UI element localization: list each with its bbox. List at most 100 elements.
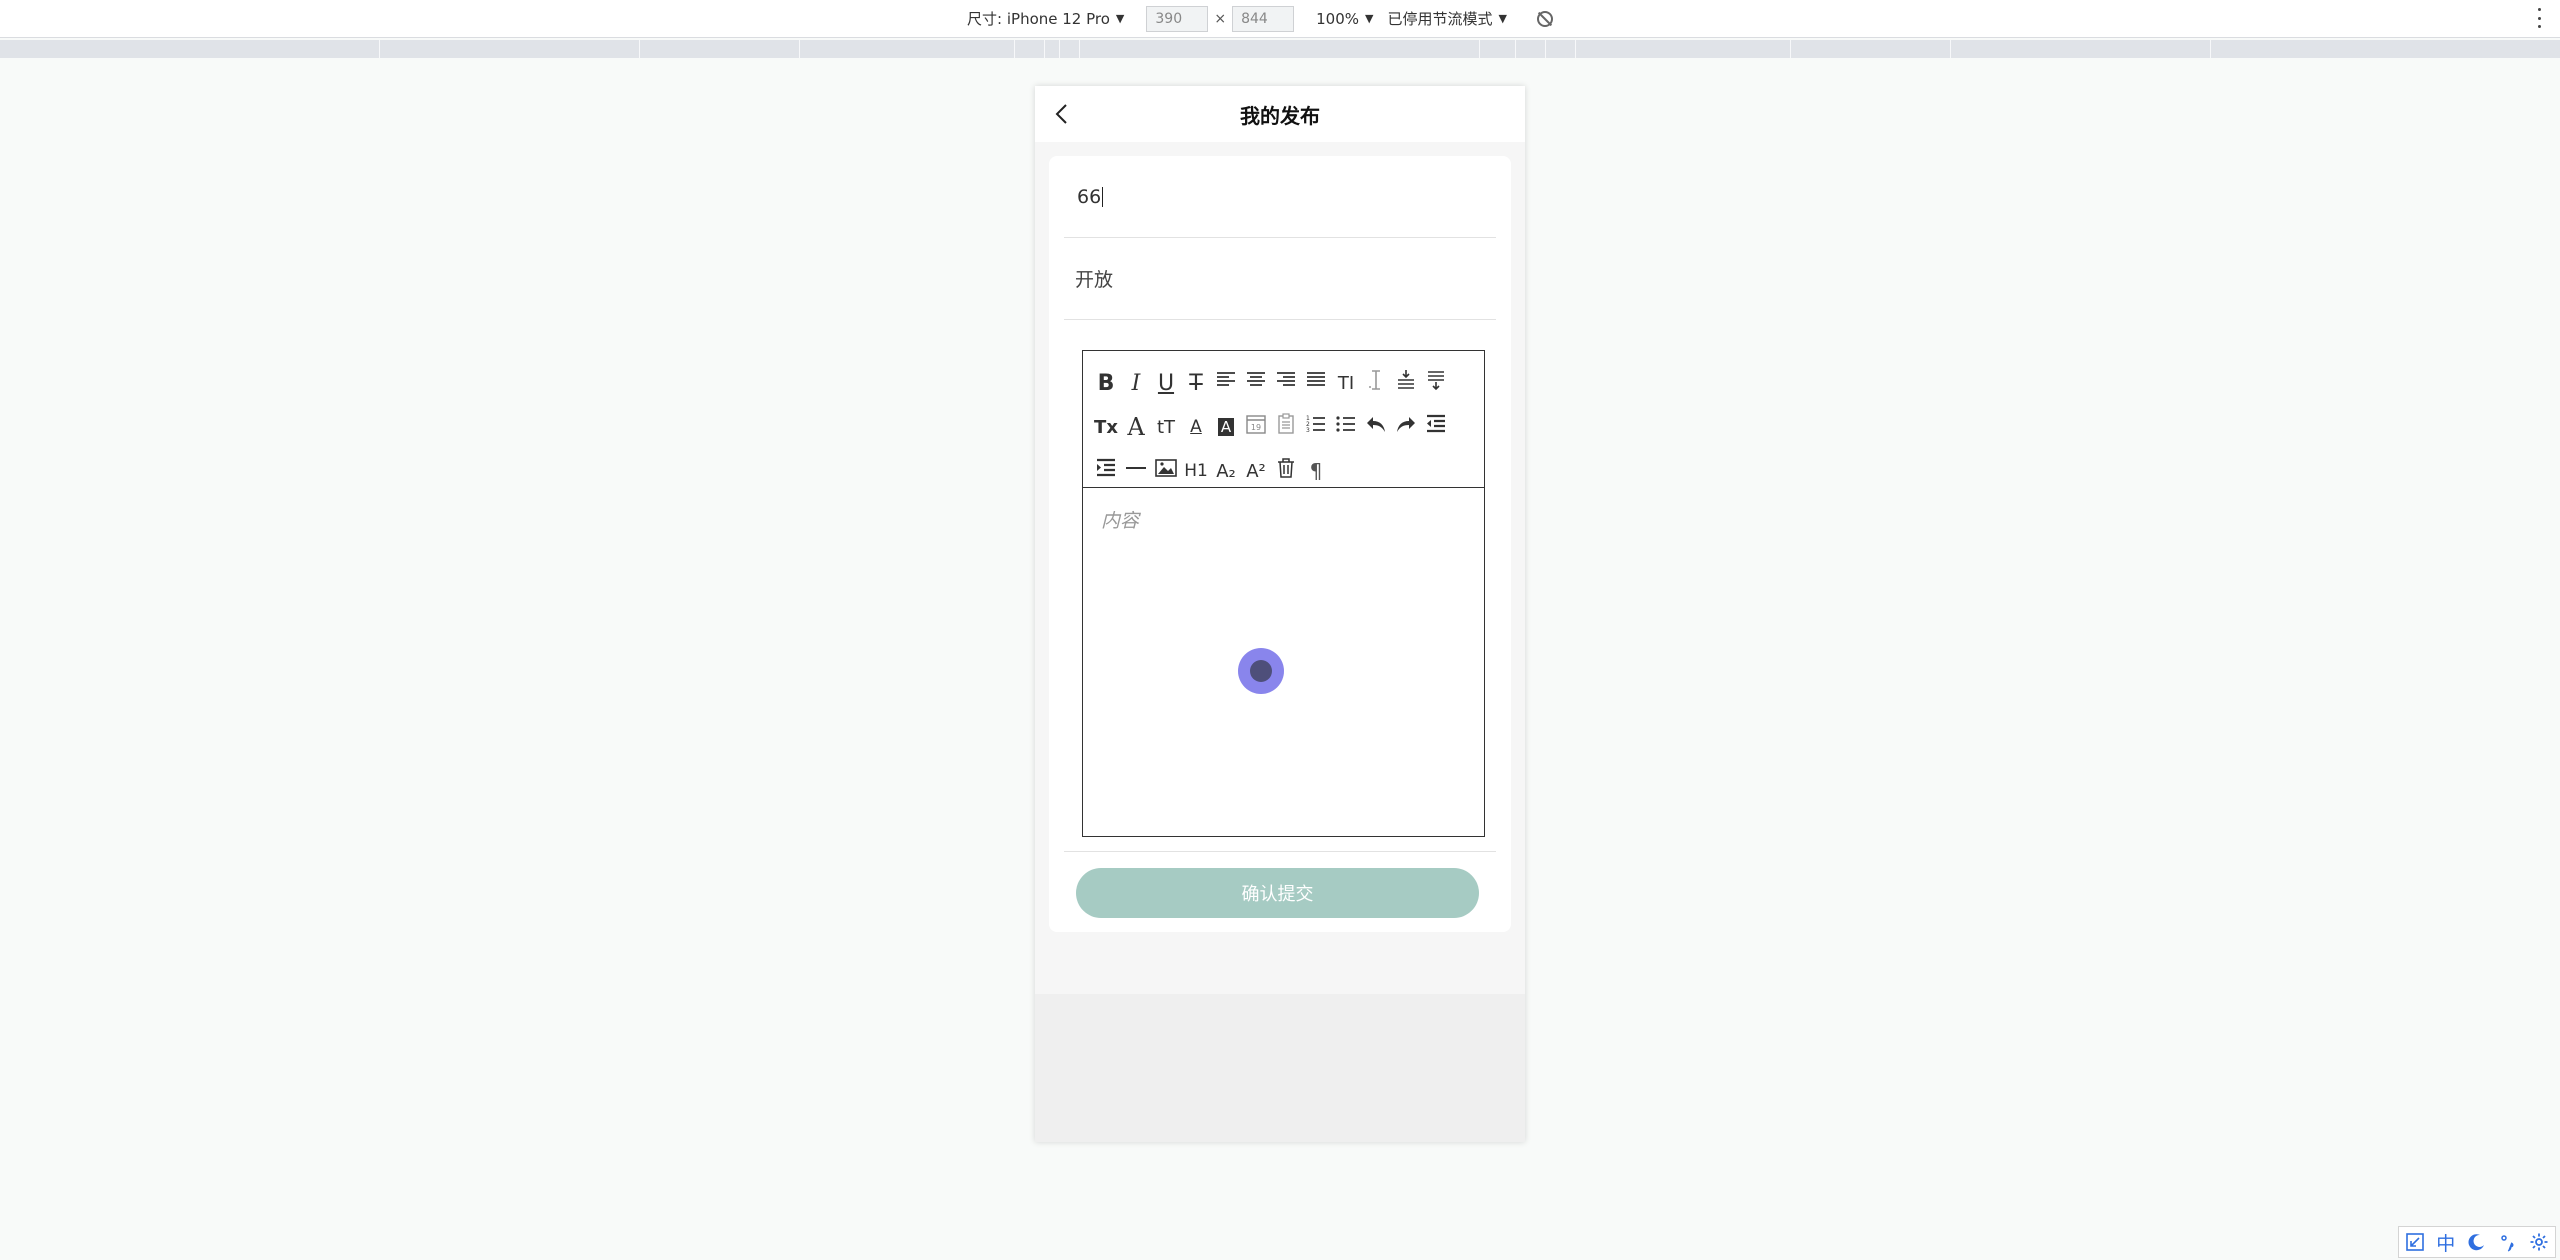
- superscript-button[interactable]: A²: [1241, 449, 1271, 493]
- text-cursor-icon: [1364, 368, 1388, 398]
- font-family-button[interactable]: A: [1121, 405, 1151, 449]
- paragraph-direction-button[interactable]: ¶: [1301, 449, 1331, 493]
- font-color-label: A: [1190, 417, 1202, 437]
- background-color-label: A: [1217, 418, 1235, 436]
- italic-label: I: [1131, 370, 1141, 396]
- subscript-label: A₂: [1216, 460, 1236, 482]
- back-arrow-icon[interactable]: [1051, 102, 1075, 126]
- font-family-label: A: [1127, 413, 1145, 441]
- undo-icon: [1364, 412, 1388, 442]
- calendar-icon: 19: [1244, 412, 1268, 442]
- align-right-button[interactable]: [1271, 361, 1301, 405]
- gear-icon[interactable]: [2527, 1230, 2551, 1254]
- margin-bottom-button[interactable]: [1421, 361, 1451, 405]
- delete-button[interactable]: [1271, 449, 1301, 493]
- redo-icon: [1394, 412, 1418, 442]
- ordered-list-button[interactable]: 123: [1301, 405, 1331, 449]
- touch-indicator: [1238, 648, 1284, 694]
- strikethrough-button[interactable]: T: [1181, 361, 1211, 405]
- align-right-icon: [1274, 368, 1298, 398]
- bullet-list-icon: [1334, 412, 1358, 442]
- font-size-label: TI: [1337, 372, 1355, 394]
- heading-button[interactable]: H1: [1181, 449, 1211, 493]
- height-input[interactable]: 844: [1232, 5, 1295, 32]
- clear-format-label: Tx: [1094, 416, 1118, 438]
- subscript-button[interactable]: A₂: [1211, 449, 1241, 493]
- align-left-icon: [1214, 368, 1238, 398]
- font-size-button[interactable]: TI: [1331, 361, 1361, 405]
- media-query-bar[interactable]: [0, 40, 2560, 58]
- align-justify-button[interactable]: [1301, 361, 1331, 405]
- caret-down-icon: ▼: [1498, 12, 1507, 25]
- punctuation-icon[interactable]: [2496, 1230, 2520, 1254]
- undo-button[interactable]: [1361, 405, 1391, 449]
- trash-icon: [1274, 456, 1298, 486]
- nav-bar: 我的发布: [1035, 86, 1525, 142]
- resize-icon[interactable]: [2403, 1230, 2427, 1254]
- background-color-button[interactable]: A: [1211, 405, 1241, 449]
- redo-button[interactable]: [1391, 405, 1421, 449]
- editor-placeholder: 内容: [1101, 510, 1140, 532]
- outdent-button[interactable]: [1421, 405, 1451, 449]
- heading-label: H1: [1184, 461, 1208, 481]
- align-center-icon: [1244, 368, 1268, 398]
- title-input[interactable]: 66: [1064, 156, 1496, 238]
- throttle-select[interactable]: 已停用节流模式 ▼: [1387, 8, 1506, 29]
- margin-top-button[interactable]: [1391, 361, 1421, 405]
- caret-down-icon: ▼: [1365, 12, 1374, 25]
- caret-down-icon: ▼: [1115, 12, 1125, 25]
- italic-button[interactable]: I: [1121, 361, 1151, 405]
- align-center-button[interactable]: [1241, 361, 1271, 405]
- align-left-button[interactable]: [1211, 361, 1241, 405]
- indent-button[interactable]: [1091, 449, 1121, 493]
- underline-button[interactable]: U: [1151, 361, 1181, 405]
- page-title: 我的发布: [1240, 103, 1320, 128]
- device-viewport: 我的发布 66 开放 B I U T TI Tx AtT A A 19 1 2 3 H1 A₂ A² ¶ 内容: [1035, 86, 1525, 1142]
- text-size-button[interactable]: tT: [1151, 405, 1181, 449]
- line-height-button[interactable]: [1361, 361, 1391, 405]
- devtools-device-toolbar: 尺寸: iPhone 12 Pro ▼ 390 × 844 100% ▼ 已停用…: [0, 0, 2560, 38]
- bullet-list-button[interactable]: [1331, 405, 1361, 449]
- divider-button[interactable]: [1121, 449, 1151, 493]
- moon-icon[interactable]: [2465, 1230, 2489, 1254]
- more-options-icon[interactable]: [2538, 8, 2542, 28]
- image-icon: [1154, 456, 1178, 486]
- visibility-select[interactable]: 开放: [1064, 238, 1496, 320]
- bold-button[interactable]: B: [1091, 361, 1121, 405]
- clipboard-icon: [1274, 412, 1298, 442]
- viewport-bottom: [1035, 994, 1525, 1142]
- zoom-label: 100%: [1316, 9, 1359, 28]
- horizontal-rule-icon: [1124, 456, 1148, 486]
- editor-wrap: B I U T TI Tx AtT A A 19 1 2 3 H1 A₂ A² ¶ 内容: [1064, 320, 1496, 852]
- device-select[interactable]: 尺寸: iPhone 12 Pro ▼: [967, 8, 1124, 29]
- submit-wrap: 确认提交: [1064, 852, 1496, 918]
- bold-label: B: [1097, 370, 1115, 396]
- insert-date-button[interactable]: 19: [1241, 405, 1271, 449]
- content-area: 66 开放 B I U T TI Tx AtT A A 19 1 2 3 H1 A₂ A² ¶ 内容 确认提交: [1035, 142, 1525, 994]
- space-after-icon: [1424, 368, 1448, 398]
- width-input[interactable]: 390: [1146, 5, 1209, 32]
- paragraph-direction-label: ¶: [1309, 459, 1323, 483]
- dimension-separator: ×: [1214, 10, 1227, 27]
- clear-format-button[interactable]: Tx: [1091, 405, 1121, 449]
- ime-language-toggle[interactable]: 中: [2434, 1230, 2458, 1255]
- device-label: 尺寸: iPhone 12 Pro: [967, 10, 1110, 28]
- text-cursor: [1102, 186, 1104, 207]
- checklist-button[interactable]: [1271, 405, 1301, 449]
- visibility-value: 开放: [1075, 269, 1114, 291]
- superscript-label: A²: [1246, 460, 1266, 482]
- align-justify-icon: [1304, 368, 1328, 398]
- throttle-label: 已停用节流模式: [1387, 10, 1493, 28]
- submit-button[interactable]: 确认提交: [1076, 868, 1479, 918]
- ordered-list-icon: 123: [1304, 412, 1328, 442]
- text-size-label: tT: [1156, 416, 1176, 438]
- editor-toolbar: B I U T TI Tx AtT A A 19 1 2 3 H1 A₂ A² ¶: [1083, 351, 1484, 488]
- font-color-button[interactable]: A: [1181, 405, 1211, 449]
- zoom-select[interactable]: 100% ▼: [1316, 10, 1373, 28]
- insert-image-button[interactable]: [1151, 449, 1181, 493]
- rotate-disabled-icon[interactable]: [1536, 10, 1553, 27]
- strikethrough-label: T: [1189, 370, 1203, 396]
- outdent-icon: [1424, 412, 1448, 442]
- space-before-icon: [1394, 368, 1418, 398]
- editor-content[interactable]: 内容: [1083, 488, 1484, 836]
